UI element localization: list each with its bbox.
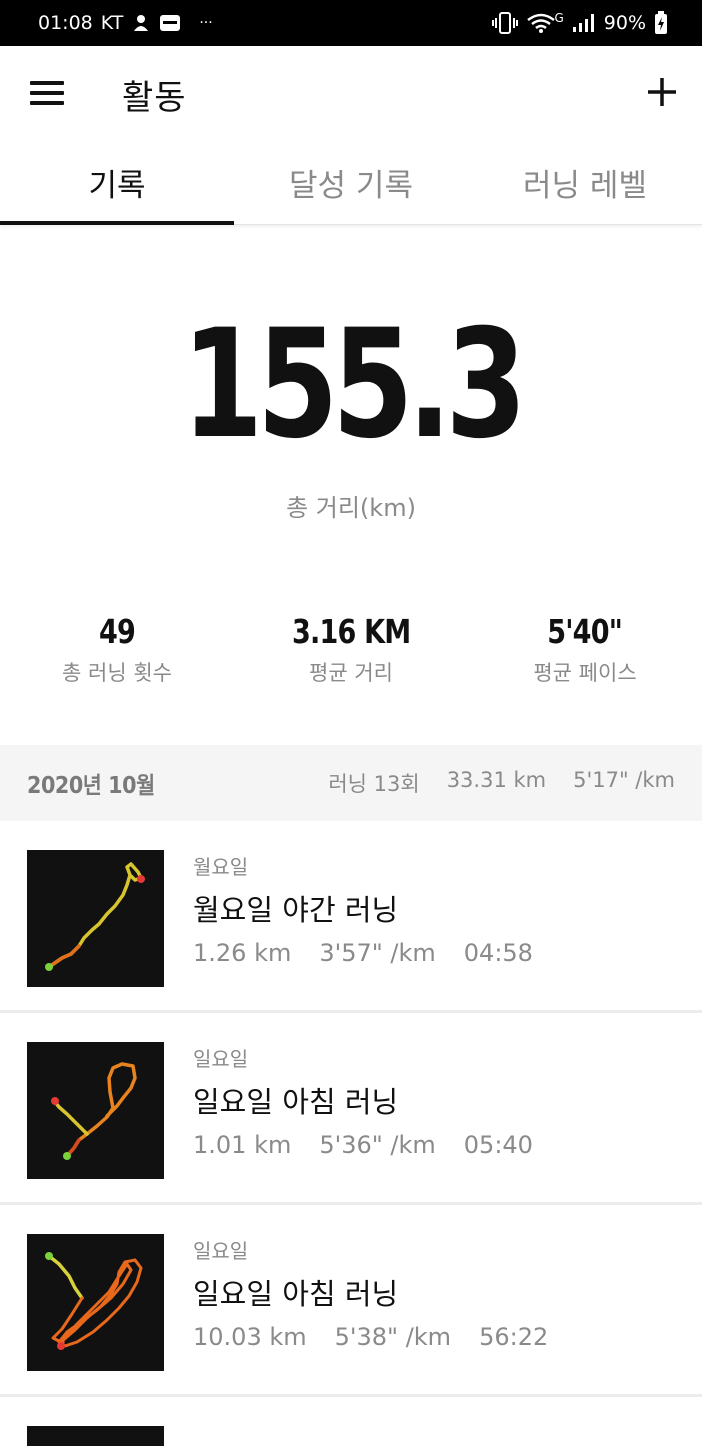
tab-records[interactable]: 기록 [0,142,234,225]
total-summary: 155.3 총 거리(km) [0,300,702,523]
stat-value: 5'40" [547,612,624,651]
total-distance-value: 155.3 [181,298,527,472]
month-pace: 5'17" /km [573,768,675,792]
activity-duration: 04:58 [463,939,533,967]
stat-average-pace: 5'40" 평균 페이스 [468,612,702,687]
activity-day: 월요일 [193,855,249,879]
stat-value: 3.16 KM [291,612,411,651]
activity-pace: 5'38" /km [334,1323,452,1351]
menu-icon[interactable] [30,78,66,108]
activity-meta: 1.01 km 5'36" /km 05:40 [193,1131,533,1159]
activity-title: 월요일 야간 러닝 [193,893,399,927]
activity-meta: 10.03 km 5'38" /km 56:22 [193,1323,548,1351]
month-distance: 33.31 km [446,768,547,792]
battery-level: 90% [603,12,646,34]
activity-pace: 5'36" /km [319,1131,436,1159]
activity-title: 일요일 아침 러닝 [193,1277,399,1311]
activity-duration: 05:40 [463,1131,533,1159]
wallet-icon [159,13,181,33]
stat-average-distance: 3.16 KM 평균 거리 [234,612,468,687]
activity-distance: 1.26 km [193,939,292,967]
month-stats: 러닝 13회 33.31 km 5'17" /km [328,768,675,798]
stat-total-runs: 49 총 러닝 횟수 [0,612,234,687]
activity-pace: 3'57" /km [319,939,436,967]
status-right: G 90% [492,11,668,35]
stats-row: 49 총 러닝 횟수 3.16 KM 평균 거리 5'40" 평균 페이스 [0,612,702,687]
activity-meta: 1.26 km 3'57" /km 04:58 [193,939,533,967]
activity-item[interactable]: 일요일 일요일 아침 러닝 10.03 km 5'38" /km 56:22 [0,1205,702,1397]
status-left: 01:08 KT ··· [38,12,213,34]
stat-value: 49 [98,612,136,651]
stat-label: 총 러닝 횟수 [62,661,172,685]
month-header: 2020년 10월 러닝 13회 33.31 km 5'17" /km [0,745,702,821]
route-map-thumbnail [27,1042,164,1179]
route-map-thumbnail [27,850,164,987]
signal-icon [572,13,596,33]
activity-day: 일요일 [193,1047,249,1071]
app-bar: 활동 [0,46,702,142]
activity-item-partial[interactable] [0,1397,702,1446]
activity-title: 일요일 아침 러닝 [193,1085,399,1119]
stat-label: 평균 페이스 [533,661,637,685]
wifi-icon [526,12,556,34]
activity-item[interactable]: 일요일 일요일 아침 러닝 1.01 km 5'36" /km 05:40 [0,1013,702,1205]
month-runs: 러닝 13회 [328,772,420,796]
battery-charging-icon [654,11,668,35]
notification-icon [131,13,151,33]
month-label: 2020년 10월 [27,773,155,799]
status-more: ··· [199,15,213,31]
network-type: G [554,11,564,25]
route-map-thumbnail [27,1234,164,1371]
status-bar: 01:08 KT ··· G 90% [0,0,702,46]
tab-bar: 기록 달성 기록 러닝 레벨 [0,142,702,225]
tab-achievements[interactable]: 달성 기록 [234,142,468,224]
route-map-thumbnail [27,1426,164,1446]
stat-label: 평균 거리 [309,661,393,685]
add-icon[interactable] [646,76,678,108]
page-title: 활동 [122,78,187,118]
total-distance-label: 총 거리(km) [286,494,416,522]
tab-running-level[interactable]: 러닝 레벨 [468,142,702,224]
activity-distance: 1.01 km [193,1131,292,1159]
vibrate-icon [492,12,519,34]
activity-distance: 10.03 km [193,1323,307,1351]
activity-day: 일요일 [193,1239,249,1263]
activity-duration: 56:22 [479,1323,549,1351]
status-time: 01:08 [38,12,93,34]
activity-item[interactable]: 월요일 월요일 야간 러닝 1.26 km 3'57" /km 04:58 [0,821,702,1013]
activity-list: 월요일 월요일 야간 러닝 1.26 km 3'57" /km 04:58 일요… [0,821,702,1446]
status-carrier: KT [100,12,124,34]
